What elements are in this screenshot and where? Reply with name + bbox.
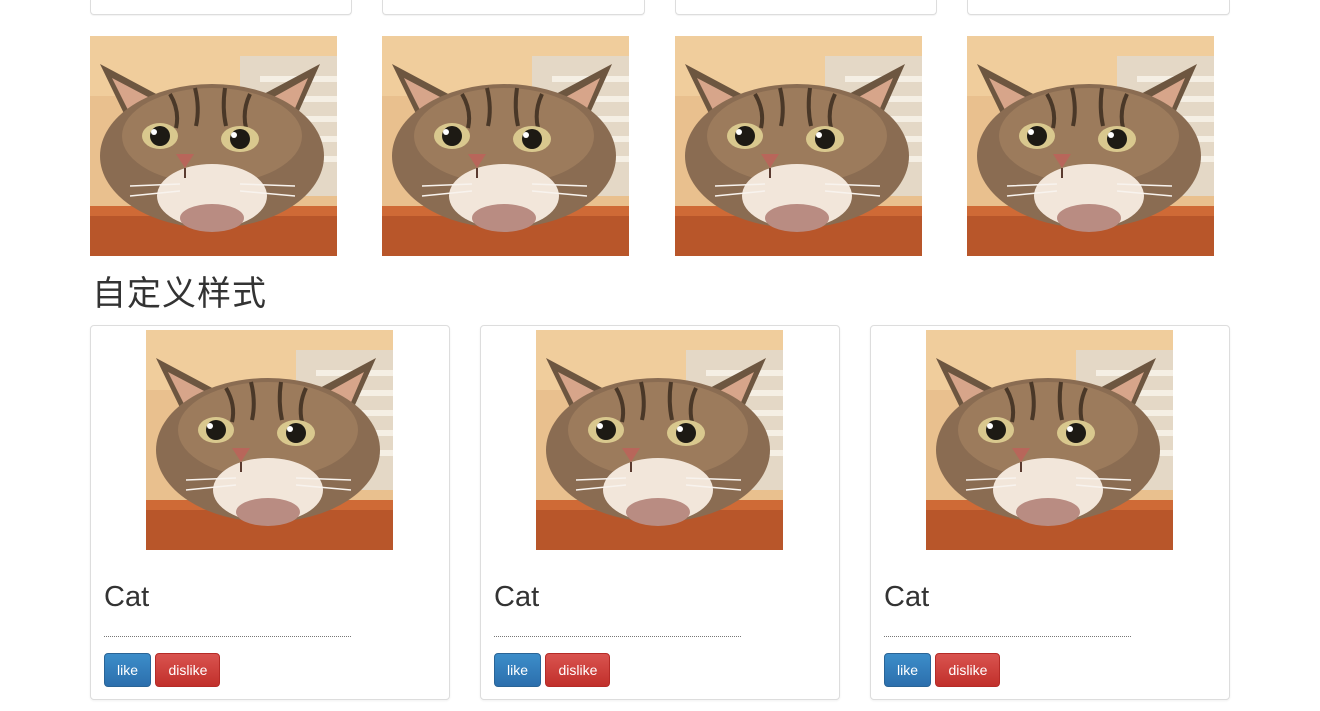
card-title: Cat: [494, 581, 540, 613]
thumbnail-caption-box: [382, 0, 645, 15]
divider: [884, 636, 1131, 637]
cat-card: Cat like dislike: [90, 325, 450, 700]
cat-image: [90, 36, 337, 256]
like-button[interactable]: like: [494, 653, 542, 687]
cat-image: [967, 36, 1214, 256]
dislike-button[interactable]: dislike: [545, 653, 611, 687]
cat-image: [926, 330, 1173, 550]
like-button[interactable]: like: [884, 653, 932, 687]
top-thumbnail-row: [0, 0, 1320, 260]
card-title: Cat: [104, 581, 150, 613]
thumbnail-caption-box: [967, 0, 1230, 15]
cat-card: Cat like dislike: [870, 325, 1230, 700]
divider: [104, 636, 351, 637]
dislike-button[interactable]: dislike: [155, 653, 221, 687]
cat-image: [146, 330, 393, 550]
cat-card: Cat like dislike: [480, 325, 840, 700]
page: 自定义样式 Cat like dislike Cat like dislike …: [0, 0, 1320, 711]
card-actions: like dislike: [884, 653, 1001, 687]
card-actions: like dislike: [494, 653, 611, 687]
cat-image: [382, 36, 629, 256]
dislike-button[interactable]: dislike: [935, 653, 1001, 687]
thumbnail-caption-box: [90, 0, 352, 15]
cat-image: [675, 36, 922, 256]
section-heading: 自定义样式: [92, 274, 267, 314]
cat-image: [536, 330, 783, 550]
thumbnail-caption-box: [675, 0, 937, 15]
like-button[interactable]: like: [104, 653, 152, 687]
divider: [494, 636, 741, 637]
card-title: Cat: [884, 581, 930, 613]
card-actions: like dislike: [104, 653, 221, 687]
